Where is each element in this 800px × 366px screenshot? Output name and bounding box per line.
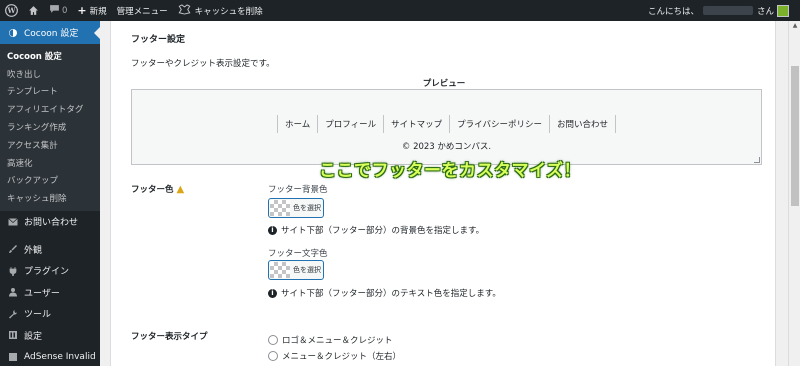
username-redacted bbox=[702, 6, 753, 15]
preview-nav-privacy[interactable]: プライバシーポリシー bbox=[450, 115, 550, 133]
sidebar-item-settings[interactable]: 設定 bbox=[0, 325, 100, 347]
section-description: フッターやクレジット表示設定です。 bbox=[131, 59, 275, 69]
sidebar-item-tools[interactable]: ツール bbox=[0, 303, 100, 325]
submenu-clear-cache[interactable]: キャッシュ削除 bbox=[0, 189, 100, 207]
preview-nav-home[interactable]: ホーム bbox=[277, 115, 319, 133]
footer-color-label-text: フッター色 bbox=[131, 185, 174, 195]
display-type-option-menu-credit-lr[interactable]: メニュー＆クレジット（左右） bbox=[268, 350, 401, 362]
adsense-icon bbox=[7, 352, 19, 362]
sidebar-item-plugins[interactable]: プラグイン bbox=[0, 260, 100, 282]
footer-text-color-note: i サイト下部（フッター部分）のテキスト色を指定します。 bbox=[268, 287, 501, 299]
cocoon-settings-icon bbox=[7, 28, 19, 38]
section-title: フッター設定 bbox=[131, 35, 186, 45]
sidebar-item-cocoon-settings[interactable]: Cocoon 設定 bbox=[0, 21, 100, 44]
settings-icon bbox=[7, 330, 19, 340]
submenu-affiliate-tag[interactable]: アフィリエイトタグ bbox=[0, 100, 100, 118]
preview-nav-sitemap[interactable]: サイトマップ bbox=[384, 115, 451, 133]
mail-icon bbox=[7, 218, 19, 226]
sidebar-item-appearance[interactable]: 外観 bbox=[0, 239, 100, 261]
sidebar-item-label: ユーザー bbox=[24, 288, 60, 299]
note-text: サイト下部（フッター部分）の背景色を指定します。 bbox=[281, 226, 485, 236]
footer-display-type-label: フッター表示タイプ bbox=[131, 332, 208, 342]
sidebar-item-adsense-invalid[interactable]: AdSense Invalid bbox=[0, 346, 100, 366]
callout-annotation: ここでフッターをカスタマイズ！ bbox=[319, 161, 581, 181]
cocoon-submenu: Cocoon 設定 吹き出し テンプレート アフィリエイトタグ ランキング作成 … bbox=[0, 44, 100, 212]
admin-bar: W 0 + 新規 管理メニュー キャッシュを削除 こんにちは、 さん bbox=[0, 0, 800, 21]
submenu-speech-balloon[interactable]: 吹き出し bbox=[0, 65, 100, 83]
clear-cache-link[interactable]: キャッシュを削除 bbox=[173, 0, 268, 21]
wordpress-icon[interactable]: W bbox=[0, 0, 23, 21]
page-scrollbar[interactable]: ▲ bbox=[788, 21, 800, 366]
home-icon[interactable] bbox=[23, 0, 44, 21]
comment-icon bbox=[49, 4, 60, 17]
footer-color-label: フッター色 ▲ bbox=[131, 183, 185, 196]
svg-text:W: W bbox=[6, 6, 16, 15]
sidebar-item-label: お問い合わせ bbox=[24, 218, 79, 229]
settings-panel: フッター設定 フッターやクレジット表示設定です。 プレビュー ホーム プロフィー… bbox=[110, 21, 776, 366]
display-type-option-logo-menu-credit[interactable]: ロゴ＆メニュー＆クレジット bbox=[268, 334, 393, 346]
warning-icon: ▲ bbox=[176, 183, 185, 195]
comments-link[interactable]: 0 bbox=[44, 0, 72, 21]
my-account[interactable]: こんにちは、 さん bbox=[643, 0, 800, 21]
comment-count: 0 bbox=[62, 5, 68, 16]
info-icon: i bbox=[268, 288, 277, 298]
radio-label: メニュー＆クレジット（左右） bbox=[282, 352, 402, 362]
cocoon-icon bbox=[178, 3, 191, 18]
avatar bbox=[777, 4, 789, 17]
new-content-link[interactable]: + 新規 bbox=[72, 0, 111, 21]
preview-footer-nav: ホーム プロフィール サイトマップ プライバシーポリシー お問い合わせ bbox=[132, 115, 761, 133]
wrench-icon bbox=[7, 309, 19, 319]
submenu-access-stats[interactable]: アクセス集計 bbox=[0, 136, 100, 154]
main-content: フッター設定 フッターやクレジット表示設定です。 プレビュー ホーム プロフィー… bbox=[100, 21, 788, 366]
preview-nav-contact[interactable]: お問い合わせ bbox=[550, 115, 616, 133]
user-icon bbox=[7, 287, 19, 297]
admin-menu-link[interactable]: 管理メニュー bbox=[112, 0, 173, 21]
sidebar-item-label: プラグイン bbox=[24, 267, 70, 278]
resize-handle[interactable] bbox=[754, 157, 760, 163]
sidebar-item-label: AdSense Invalid bbox=[24, 351, 96, 362]
scroll-up-arrow[interactable]: ▲ bbox=[789, 21, 800, 31]
sidebar-item-contact[interactable]: お問い合わせ bbox=[0, 211, 100, 233]
footer-bg-color-note: i サイト下部（フッター部分）の背景色を指定します。 bbox=[268, 224, 484, 236]
color-swatch bbox=[270, 200, 290, 216]
sidebar-item-users[interactable]: ユーザー bbox=[0, 282, 100, 304]
color-swatch bbox=[270, 262, 290, 278]
plugin-icon bbox=[7, 266, 19, 276]
note-text: サイト下部（フッター部分）のテキスト色を指定します。 bbox=[281, 289, 501, 299]
submenu-backup[interactable]: バックアップ bbox=[0, 172, 100, 190]
new-label: 新規 bbox=[89, 6, 107, 17]
preview-copyright: © 2023 かめコンパス. bbox=[401, 142, 492, 152]
footer-text-color-label: フッター文字色 bbox=[268, 249, 328, 259]
sidebar-item-label: 設定 bbox=[24, 331, 43, 342]
admin-sidebar: Cocoon 設定 Cocoon 設定 吹き出し テンプレート アフィリエイトタ… bbox=[0, 21, 100, 366]
radio-button[interactable] bbox=[268, 351, 278, 361]
preview-nav-profile[interactable]: プロフィール bbox=[318, 115, 385, 133]
info-icon: i bbox=[268, 225, 277, 235]
submenu-template[interactable]: テンプレート bbox=[0, 83, 100, 101]
scroll-thumb[interactable] bbox=[791, 66, 799, 206]
color-picker-label: 色を選択 bbox=[293, 266, 321, 274]
footer-bg-color-picker[interactable]: 色を選択 bbox=[268, 198, 324, 218]
footer-text-color-picker[interactable]: 色を選択 bbox=[268, 260, 324, 280]
submenu-cocoon-settings[interactable]: Cocoon 設定 bbox=[0, 47, 100, 65]
color-picker-label: 色を選択 bbox=[293, 204, 321, 212]
greeting: こんにちは、 bbox=[647, 6, 699, 17]
clear-cache-label: キャッシュを削除 bbox=[194, 6, 263, 17]
brush-icon bbox=[7, 244, 19, 254]
submenu-speedup[interactable]: 高速化 bbox=[0, 154, 100, 172]
sidebar-item-label: 外観 bbox=[24, 245, 43, 256]
submenu-ranking[interactable]: ランキング作成 bbox=[0, 118, 100, 136]
sidebar-item-label: Cocoon 設定 bbox=[24, 29, 79, 39]
radio-button[interactable] bbox=[268, 335, 278, 345]
radio-label: ロゴ＆メニュー＆クレジット bbox=[282, 336, 393, 346]
preview-label: プレビュー bbox=[422, 79, 466, 89]
footer-bg-color-label: フッター背景色 bbox=[268, 185, 328, 195]
sidebar-item-label: ツール bbox=[24, 310, 52, 321]
plus-icon: + bbox=[77, 4, 87, 17]
footer-preview[interactable]: ホーム プロフィール サイトマップ プライバシーポリシー お問い合わせ © 20… bbox=[131, 89, 762, 165]
san-label: さん bbox=[756, 6, 774, 17]
